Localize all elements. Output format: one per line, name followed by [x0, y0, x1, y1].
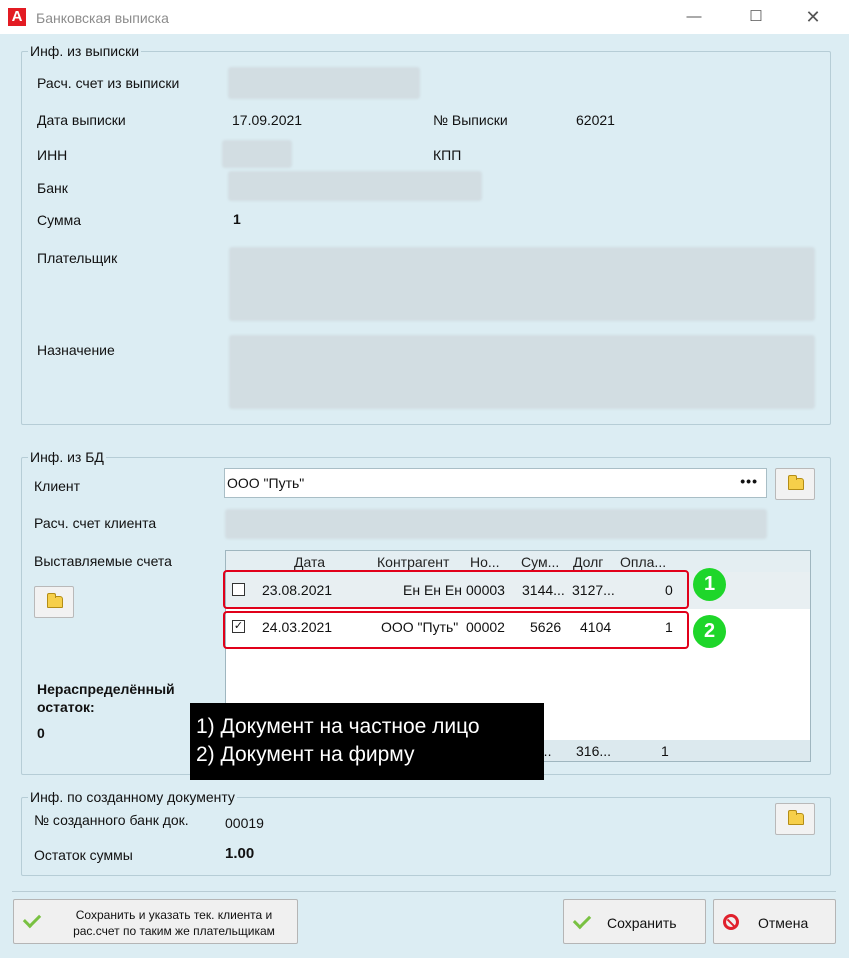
annotation-badge-2: 2 — [693, 615, 726, 648]
client-account-redacted — [225, 509, 767, 539]
doc-number-label: № созданного банк док. — [34, 812, 189, 828]
annotation-box-2 — [223, 611, 689, 649]
col-debt-header[interactable]: Долг — [573, 554, 603, 570]
bank-label: Банк — [37, 180, 68, 196]
folder-icon — [788, 810, 804, 825]
created-doc-legend: Инф. по созданному документу — [28, 789, 237, 805]
invoices-label: Выставляемые счета — [34, 553, 172, 569]
summary-debt: 316... — [576, 743, 612, 759]
date-label: Дата выписки — [37, 112, 126, 128]
sum-label: Сумма — [37, 212, 81, 228]
client-folder-button[interactable] — [775, 468, 815, 500]
statement-info-legend: Инф. из выписки — [28, 43, 142, 59]
col-paid-header[interactable]: Опла... — [620, 554, 666, 570]
created-doc-group: Инф. по созданному документу — [21, 789, 831, 876]
ellipsis-icon[interactable]: ••• — [740, 473, 758, 489]
purpose-value-redacted — [229, 335, 815, 409]
footer-separator — [12, 891, 836, 892]
cancel-icon — [723, 914, 739, 930]
maximize-button[interactable]: ☐ — [736, 4, 776, 30]
sum-value: 1 — [233, 211, 241, 227]
check-icon — [22, 909, 42, 929]
purpose-label: Назначение — [37, 342, 115, 358]
doc-number-value: 00019 — [225, 815, 264, 831]
client-combo[interactable]: ООО "Путь" ••• — [224, 468, 767, 498]
close-button[interactable]: ✕ — [793, 4, 833, 30]
client-label: Клиент — [34, 478, 81, 494]
kpp-label: КПП — [433, 147, 462, 163]
number-value: 62021 — [576, 112, 615, 128]
save-and-set-button[interactable]: Сохранить и указать тек. клиента и рас.с… — [13, 899, 298, 944]
unallocated-value: 0 — [37, 725, 45, 741]
payer-label: Плательщик — [37, 250, 118, 266]
folder-icon — [47, 593, 63, 608]
save-label: Сохранить — [607, 915, 677, 931]
bank-value-redacted — [228, 171, 482, 201]
inn-label: ИНН — [37, 147, 68, 163]
inn-value-redacted — [222, 140, 292, 168]
cancel-label: Отмена — [758, 915, 809, 931]
summary-paid: 1 — [661, 743, 669, 759]
unallocated-label: Нераспределённый остаток: — [37, 681, 175, 715]
created-doc-folder-button[interactable] — [775, 803, 815, 835]
date-value: 17.09.2021 — [232, 112, 303, 128]
remaining-label: Остаток суммы — [34, 847, 133, 863]
cancel-button[interactable]: Отмена — [713, 899, 836, 944]
client-combo-value: ООО "Путь" — [227, 475, 305, 491]
payer-value-redacted — [229, 247, 815, 321]
check-icon — [572, 910, 592, 930]
annotation-box-1 — [223, 570, 689, 609]
account-value-redacted — [228, 67, 420, 99]
app-logo-icon: A — [8, 8, 26, 26]
save-and-set-label: Сохранить и указать тек. клиента и рас.с… — [73, 908, 275, 938]
minimize-button[interactable]: — — [674, 4, 714, 30]
folder-icon — [788, 475, 804, 490]
tooltip-line-2: 2) Документ на фирму — [196, 743, 415, 766]
col-contractor-header[interactable]: Контрагент — [377, 554, 449, 570]
annotation-tooltip: 1) Документ на частное лицо 2) Документ … — [190, 703, 544, 780]
client-account-label: Расч. счет клиента — [34, 515, 157, 531]
save-button[interactable]: Сохранить — [563, 899, 706, 944]
number-label: № Выписки — [433, 112, 508, 128]
annotation-badge-1: 1 — [693, 568, 726, 601]
col-date-header[interactable]: Дата — [294, 554, 325, 570]
invoices-folder-button[interactable] — [34, 586, 74, 618]
account-label: Расч. счет из выписки — [37, 75, 180, 91]
remaining-value: 1.00 — [225, 845, 255, 862]
tooltip-line-1: 1) Документ на частное лицо — [196, 715, 480, 738]
db-info-legend: Инф. из БД — [28, 449, 106, 465]
title-bar: A Банковская выписка — ☐ ✕ — [0, 0, 849, 34]
col-sum-header[interactable]: Сум... — [521, 554, 559, 570]
window-title: Банковская выписка — [36, 10, 169, 26]
col-number-header[interactable]: Но... — [470, 554, 500, 570]
